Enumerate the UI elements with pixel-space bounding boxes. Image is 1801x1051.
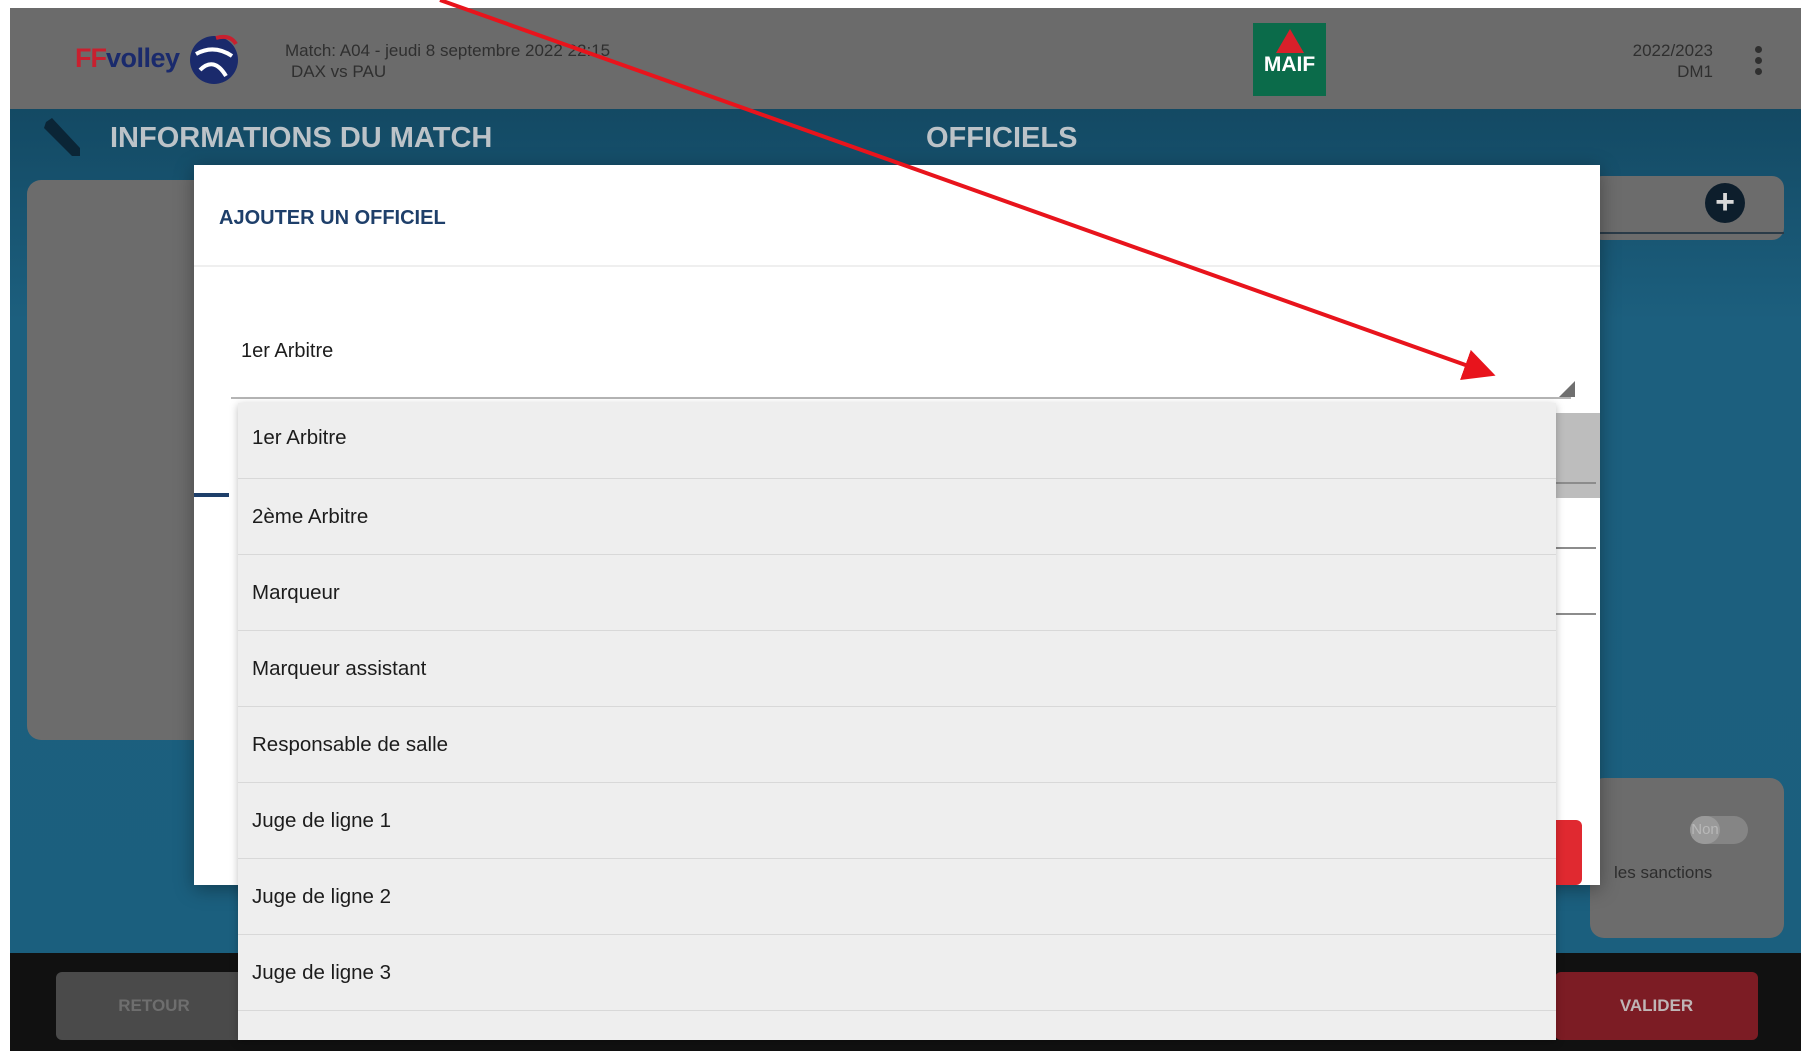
match-title: Match: A04 - jeudi 8 septembre 2022 22:1…	[285, 41, 611, 60]
option-label: Juge de ligne 3	[252, 961, 392, 984]
season-division: DM1	[1677, 62, 1713, 81]
dropdown-option-juge-de-ligne-1[interactable]: Juge de ligne 1	[238, 783, 1556, 859]
dialog-title: AJOUTER UN OFFICIEL	[219, 207, 446, 229]
pencil-icon[interactable]	[40, 116, 84, 160]
option-label: 1er Arbitre	[252, 426, 347, 449]
dialog-tab-indicator	[194, 493, 229, 497]
dropdown-option-responsable-de-salle[interactable]: Responsable de salle	[238, 707, 1556, 783]
dialog-background-panel	[1554, 413, 1600, 498]
maif-text: MAIF	[1263, 53, 1316, 76]
sanctions-card	[1590, 778, 1784, 938]
option-label: Marqueur	[252, 581, 340, 604]
dropdown-option-juge-de-ligne-3[interactable]: Juge de ligne 3	[238, 935, 1556, 1011]
dropdown-option-marqueur-assistant[interactable]: Marqueur assistant	[238, 631, 1556, 707]
option-label: Juge de ligne 2	[252, 885, 392, 908]
role-dropdown-list: 1er Arbitre 2ème Arbitre Marqueur Marque…	[238, 403, 1556, 1040]
top-bar: FF volley Match: A04 - jeudi 8 septembre…	[10, 8, 1801, 109]
dropdown-option-1er-arbitre[interactable]: 1er Arbitre	[238, 403, 1556, 479]
dialog-divider	[194, 265, 1600, 267]
maif-triangle-icon	[1276, 29, 1304, 53]
section-informations-du-match[interactable]: INFORMATIONS DU MATCH	[110, 122, 492, 155]
ffvolley-logo: FF volley	[75, 28, 242, 88]
maif-logo: MAIF	[1253, 23, 1326, 96]
option-label: Responsable de salle	[252, 733, 449, 756]
logo-volley-text: volley	[106, 42, 180, 73]
season-year: 2022/2023	[1632, 41, 1713, 60]
dialog-field-line	[1556, 547, 1596, 549]
card-divider	[1590, 232, 1784, 234]
option-label: Marqueur assistant	[252, 657, 427, 680]
dialog-action-button[interactable]	[1556, 820, 1582, 885]
section-officiels[interactable]: OFFICIELS	[926, 122, 1077, 155]
dropdown-option-marqueur[interactable]: Marqueur	[238, 555, 1556, 631]
role-select-value[interactable]: 1er Arbitre	[241, 340, 333, 363]
back-button[interactable]: RETOUR	[56, 972, 252, 1040]
volleyball-icon	[189, 34, 238, 84]
kebab-menu-icon[interactable]	[1755, 46, 1763, 76]
sanctions-toggle[interactable]: Non	[1690, 816, 1748, 844]
role-select-underline	[231, 397, 1571, 399]
dialog-field-line	[1556, 613, 1596, 615]
logo-ff-text: FF	[75, 42, 107, 73]
match-info: Match: A04 - jeudi 8 septembre 2022 22:1…	[285, 40, 610, 82]
officials-card	[1590, 176, 1784, 240]
match-teams: DAX vs PAU	[291, 62, 387, 81]
season-info: 2022/2023 DM1	[1633, 40, 1713, 82]
option-label: 2ème Arbitre	[252, 505, 369, 528]
toggle-knob: Non	[1690, 816, 1720, 844]
sanctions-label: les sanctions	[1614, 863, 1713, 882]
dropdown-option-juge-de-ligne-2[interactable]: Juge de ligne 2	[238, 859, 1556, 935]
option-label: Juge de ligne 1	[252, 809, 392, 832]
validate-button[interactable]: VALIDER	[1555, 972, 1758, 1040]
dropdown-arrow-icon[interactable]	[1559, 381, 1575, 397]
add-official-plus-icon[interactable]: +	[1705, 183, 1745, 223]
dropdown-option-2eme-arbitre[interactable]: 2ème Arbitre	[238, 479, 1556, 555]
dialog-field-line	[1556, 482, 1596, 484]
